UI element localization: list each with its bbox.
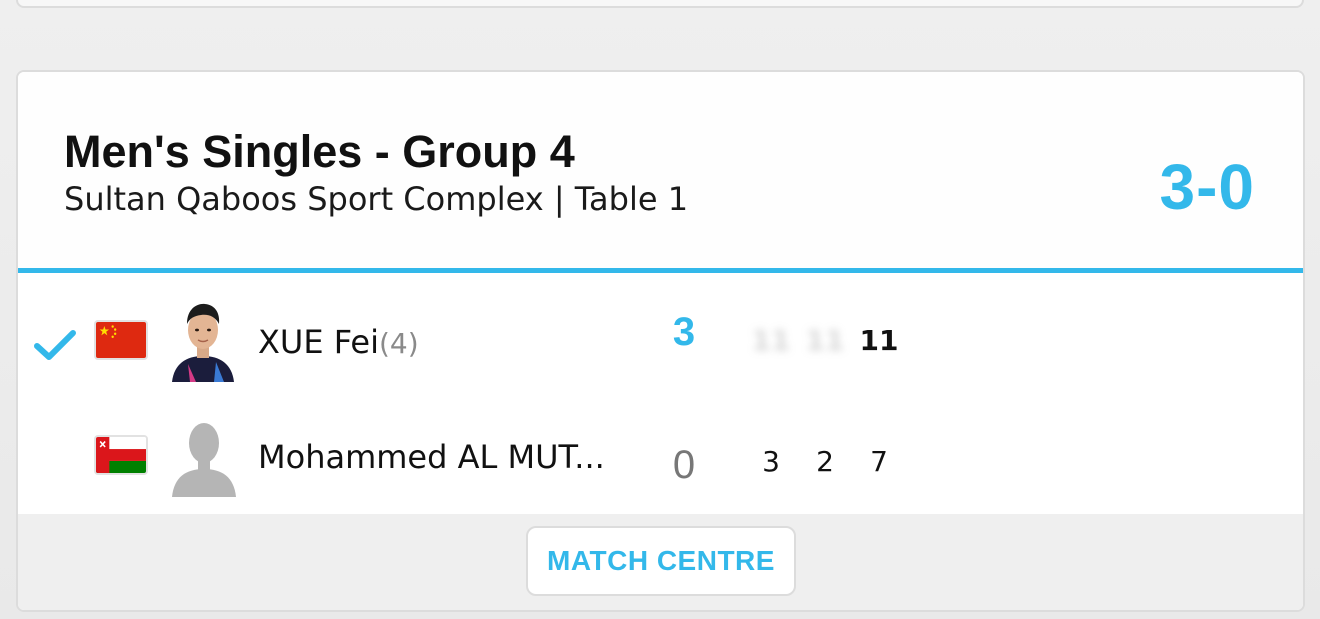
event-title: Men's Singles - Group 4 — [64, 126, 575, 177]
player-name-text: Mohammed AL MUT... — [258, 438, 605, 476]
player-name[interactable]: Mohammed AL MUT... — [258, 438, 605, 476]
player-photo — [168, 298, 238, 382]
page: Men's Singles - Group 4 Sultan Qaboos Sp… — [0, 0, 1320, 619]
match-header: Men's Singles - Group 4 Sultan Qaboos Sp… — [18, 72, 1303, 273]
winner-check-icon — [33, 328, 77, 362]
game-score: 11 — [805, 324, 845, 357]
player-name-text: XUE Fei — [258, 323, 379, 361]
match-centre-button[interactable]: MATCH CENTRE — [526, 526, 796, 596]
player-name[interactable]: XUE Fei(4) — [258, 323, 419, 361]
game-score: 7 — [870, 445, 888, 478]
china-flag-icon — [94, 320, 148, 360]
game-score: 11 — [751, 324, 791, 357]
sets-won: 0 — [672, 443, 696, 487]
game-score: 2 — [816, 445, 834, 478]
sets-won: 3 — [672, 310, 696, 354]
card-footer: MATCH CENTRE — [18, 514, 1303, 610]
oman-flag-icon — [94, 435, 148, 475]
match-card[interactable]: Men's Singles - Group 4 Sultan Qaboos Sp… — [16, 70, 1305, 612]
previous-match-card[interactable] — [16, 0, 1304, 8]
event-venue: Sultan Qaboos Sport Complex | Table 1 — [64, 180, 689, 218]
placeholder-avatar-icon — [168, 413, 238, 497]
player-row[interactable]: Mohammed AL MUT... 0 3 2 7 — [18, 405, 1303, 505]
game-score: 3 — [762, 445, 780, 478]
match-score: 3-0 — [1159, 151, 1255, 223]
player-seed: (4) — [378, 327, 419, 360]
game-score: 11 — [859, 324, 899, 357]
player-row[interactable]: XUE Fei(4) 3 11 11 11 — [18, 290, 1303, 390]
